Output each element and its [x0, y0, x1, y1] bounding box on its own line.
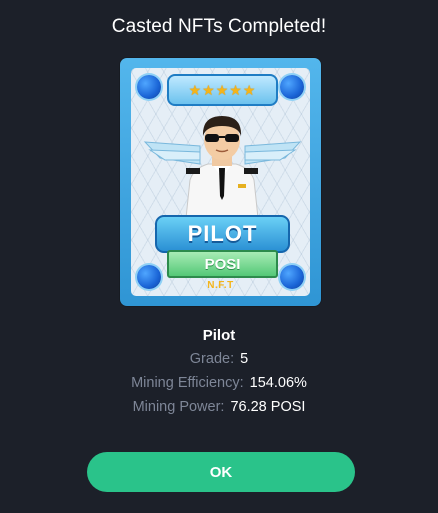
stat-value: 5: [240, 351, 249, 367]
stat-mining-power: Mining Power: 76.28 POSI: [0, 399, 438, 415]
stat-label: Grade:: [189, 351, 235, 367]
corner-orb-icon: [280, 75, 304, 99]
ok-button[interactable]: OK: [87, 452, 355, 492]
class-plate: PILOT: [155, 215, 290, 253]
stat-value: 76.28 POSI: [230, 399, 306, 415]
stat-value: 154.06%: [249, 375, 307, 391]
corner-orb-icon: [137, 75, 161, 99]
stat-grade: Grade: 5: [0, 351, 438, 367]
nft-name: Pilot: [202, 327, 236, 344]
nft-card: ★★★★★ PILOT POSI N.F.T: [120, 58, 321, 306]
pilot-avatar: [185, 116, 259, 218]
nft-mark: N.F.T: [207, 280, 234, 291]
stat-label: Mining Efficiency:: [131, 375, 244, 391]
stat-mining-efficiency: Mining Efficiency: 154.06%: [0, 375, 438, 391]
star-icon: ★★★★★: [188, 81, 257, 98]
token-ribbon: POSI: [167, 250, 278, 278]
star-rating: ★★★★★: [167, 74, 278, 106]
nft-result-dialog: Casted NFTs Completed! ★★★★★ PILOT POSI …: [0, 0, 438, 513]
dialog-title: Casted NFTs Completed!: [111, 16, 327, 37]
stat-label: Mining Power:: [132, 399, 225, 415]
